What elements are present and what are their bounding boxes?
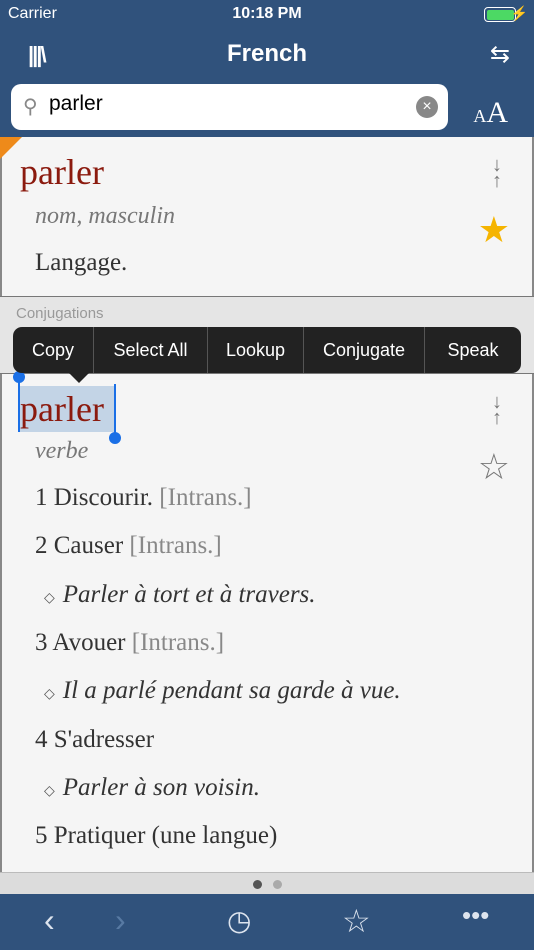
search-field[interactable]: ⚲ ×: [11, 84, 448, 130]
search-input[interactable]: [49, 92, 409, 116]
favorite-corner-icon: [0, 137, 22, 159]
selection-end-dot[interactable]: [109, 432, 121, 444]
clock: 10:18 PM: [232, 5, 302, 22]
example: ◇ Parler à tort et à travers.: [44, 581, 316, 608]
sense: 3 Avouer [Intrans.]: [35, 629, 225, 656]
sense: 2 Causer [Intrans.]: [35, 532, 222, 559]
collapse-icon[interactable]: ↓ ↑: [492, 155, 502, 191]
bottom-toolbar: ‹ › ◷ ☆ •••: [0, 894, 534, 950]
clear-search-button[interactable]: ×: [416, 96, 438, 118]
sense: 4 S'adresser: [35, 726, 155, 753]
part-of-speech: nom, masculin: [35, 203, 175, 229]
menu-lookup[interactable]: Lookup: [208, 327, 304, 373]
selection-start-handle[interactable]: [18, 382, 20, 432]
example: ◇ Parler à son voisin.: [44, 774, 260, 801]
font-size-button[interactable]: AA: [473, 96, 508, 130]
entry-card: parler nom, masculin Langage. ↓ ↑ ★: [0, 137, 534, 296]
star-outline-icon[interactable]: ☆: [478, 446, 510, 488]
back-icon[interactable]: ‹: [44, 902, 55, 939]
headword[interactable]: parler: [20, 151, 104, 193]
page-indicator[interactable]: [0, 872, 534, 894]
menu-speak[interactable]: Speak: [425, 327, 521, 373]
page-dot-active: [253, 880, 262, 889]
definition: Langage.: [35, 249, 128, 276]
conjugations-label: Conjugations: [16, 305, 104, 322]
status-bar: Carrier 10:18 PM ⚡: [0, 5, 534, 25]
forward-icon[interactable]: ›: [115, 902, 126, 939]
part-of-speech: verbe: [35, 438, 89, 464]
page-dot: [273, 880, 282, 889]
favorites-icon[interactable]: ☆: [342, 902, 371, 940]
context-menu-arrow: [68, 372, 90, 383]
swap-language-icon[interactable]: ⇆: [490, 40, 510, 69]
history-icon[interactable]: ◷: [227, 904, 251, 937]
context-menu: Copy Select All Lookup Conjugate Speak: [13, 327, 521, 373]
entry-card: parler verbe ↓ ↑ ☆ 1 Discourir. [Intrans.…: [0, 374, 534, 872]
page-title: French: [226, 40, 307, 67]
example: ◇ Il a parlé pendant sa garde à vue.: [44, 677, 401, 704]
menu-select-all[interactable]: Select All: [94, 327, 208, 373]
collapse-icon[interactable]: ↓ ↑: [492, 392, 502, 428]
star-filled-icon[interactable]: ★: [478, 209, 510, 251]
headword[interactable]: parler: [20, 388, 104, 430]
search-icon: ⚲: [23, 96, 38, 118]
sense: 1 Discourir. [Intrans.]: [35, 484, 252, 511]
selection-end-handle[interactable]: [114, 384, 116, 434]
sense: 5 Pratiquer (une langue): [35, 822, 278, 849]
charging-icon: ⚡: [510, 5, 528, 21]
menu-copy[interactable]: Copy: [13, 327, 94, 373]
more-icon[interactable]: •••: [462, 900, 489, 931]
menu-conjugate[interactable]: Conjugate: [304, 327, 425, 373]
